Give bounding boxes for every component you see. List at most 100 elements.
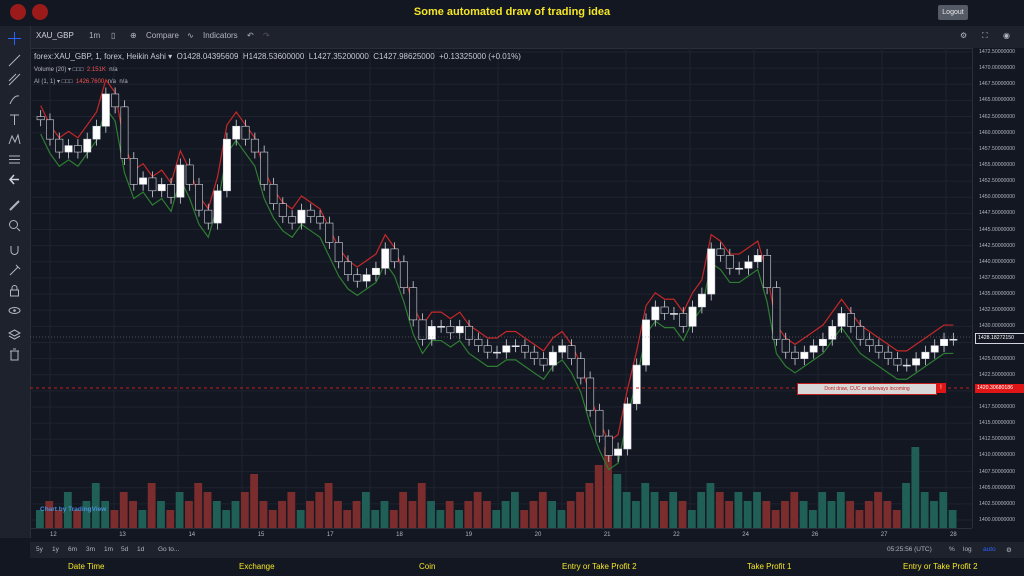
volume-bar bbox=[743, 501, 752, 528]
candle-body bbox=[493, 351, 501, 354]
stay-drawing-icon[interactable] bbox=[8, 264, 21, 277]
compare-icon[interactable]: ⊕ bbox=[130, 31, 137, 40]
price-scale-label: 1410.00000000 bbox=[979, 452, 1016, 459]
fib-icon[interactable] bbox=[8, 73, 21, 86]
ai-legend-na2: n/a bbox=[119, 79, 128, 85]
range-3m[interactable]: 3m bbox=[86, 546, 95, 553]
candle-body bbox=[371, 267, 380, 276]
range-6m[interactable]: 6m bbox=[68, 546, 77, 553]
annotation-flag[interactable]: ! bbox=[936, 383, 946, 393]
prediction-icon[interactable] bbox=[8, 153, 21, 166]
time-scale[interactable]: 12 13 14 15 17 18 19 20 21 22 24 26 27 28 bbox=[30, 528, 972, 543]
candle-body bbox=[213, 190, 222, 224]
candle-body bbox=[921, 351, 930, 359]
candle-body bbox=[539, 358, 548, 366]
range-1y[interactable]: 1y bbox=[52, 546, 59, 553]
volume-bar bbox=[920, 492, 929, 528]
range-1d[interactable]: 1d bbox=[137, 546, 144, 553]
redo-icon[interactable]: ↷ bbox=[263, 31, 270, 40]
candle-body bbox=[884, 351, 893, 359]
legend-symbol[interactable]: forex:XAU_GBP, 1, forex, Heikin Ashi bbox=[34, 52, 166, 61]
zoom-in-icon[interactable] bbox=[8, 219, 21, 232]
candle-body bbox=[167, 184, 175, 198]
ruler-icon[interactable] bbox=[8, 199, 21, 212]
ai-legend-label[interactable]: AI (1, 1) bbox=[34, 79, 55, 85]
annotation-label[interactable]: Dont draw, CUC or sideways incoming bbox=[797, 383, 937, 395]
candle-body bbox=[586, 377, 595, 411]
volume-bar bbox=[790, 492, 799, 528]
eye-icon[interactable] bbox=[8, 304, 21, 317]
candle-body bbox=[344, 261, 352, 276]
text-icon[interactable] bbox=[8, 113, 21, 126]
time-scale-label: 28 bbox=[950, 532, 957, 538]
candle-body bbox=[64, 145, 73, 153]
goto-button[interactable]: Go to... bbox=[158, 546, 179, 553]
volume-bar bbox=[138, 510, 147, 528]
tradingview-watermark[interactable]: Chart by TradingView bbox=[40, 506, 106, 513]
range-5y[interactable]: 5y bbox=[36, 546, 43, 553]
volume-bar bbox=[725, 501, 733, 528]
price-scale-label: 1417.50000000 bbox=[979, 404, 1016, 411]
candlestick-chart[interactable] bbox=[30, 48, 972, 528]
candle-body bbox=[148, 177, 157, 192]
crosshair-icon[interactable] bbox=[8, 32, 21, 45]
trash-icon[interactable] bbox=[8, 348, 21, 361]
price-scale-label: 1437.50000000 bbox=[979, 274, 1016, 281]
volume-legend-label[interactable]: Volume (20) bbox=[34, 67, 66, 73]
price-scale-label: 1455.00000000 bbox=[979, 161, 1016, 168]
candle-body bbox=[520, 345, 529, 353]
chart-pane[interactable] bbox=[30, 48, 972, 528]
indicators-icon[interactable]: ∿ bbox=[187, 31, 194, 40]
candle-body bbox=[679, 313, 688, 327]
auto-toggle[interactable]: auto bbox=[983, 546, 996, 553]
log-toggle[interactable]: log bbox=[963, 546, 972, 553]
volume-bar bbox=[408, 501, 417, 528]
candle-body bbox=[688, 306, 697, 327]
volume-bar bbox=[697, 492, 706, 528]
page-title: Some automated draw of trading idea bbox=[413, 6, 611, 18]
time-scale-label: 13 bbox=[119, 532, 126, 538]
pattern-icon[interactable] bbox=[8, 133, 21, 146]
price-scale[interactable]: 1472.50000000 1470.00000000 1467.50000000 1… bbox=[972, 48, 1024, 528]
top-bar: Some automated draw of trading idea Logo… bbox=[0, 0, 1024, 24]
volume-bar bbox=[371, 510, 380, 528]
layers-icon[interactable] bbox=[8, 328, 21, 341]
volume-bar bbox=[147, 483, 156, 528]
lock-icon[interactable] bbox=[8, 284, 21, 297]
percent-toggle[interactable]: % bbox=[949, 546, 955, 553]
range-1m[interactable]: 1m bbox=[104, 546, 113, 553]
volume-bar bbox=[129, 501, 137, 528]
candle-body bbox=[157, 184, 166, 192]
candle-body bbox=[791, 351, 799, 359]
settings-gear-icon[interactable]: ⚙ bbox=[960, 31, 967, 40]
volume-bar bbox=[175, 492, 184, 528]
range-5d[interactable]: 5d bbox=[121, 546, 128, 553]
volume-bar bbox=[566, 501, 575, 528]
volume-bar bbox=[427, 501, 435, 528]
brush-icon[interactable] bbox=[8, 93, 21, 106]
price-scale-label: 1470.00000000 bbox=[979, 65, 1016, 72]
undo-icon[interactable]: ↶ bbox=[247, 31, 254, 40]
trendline-icon[interactable] bbox=[8, 54, 21, 67]
clock: 05:25:56 (UTC) bbox=[887, 546, 932, 553]
series-legend: forex:XAU_GBP, 1, forex, Heikin Ashi ▾ O… bbox=[34, 52, 521, 61]
magnet-icon[interactable] bbox=[8, 244, 21, 257]
candle-body bbox=[316, 216, 325, 224]
time-scale-label: 12 bbox=[50, 532, 57, 538]
candle-body bbox=[660, 306, 669, 314]
candle-body bbox=[707, 248, 716, 295]
symbol-search-button[interactable]: XAU_GBP bbox=[36, 31, 74, 40]
back-arrow-icon[interactable] bbox=[8, 173, 21, 186]
current-price-tag: 1428.18272150 bbox=[975, 333, 1024, 344]
volume-bar bbox=[585, 483, 594, 528]
indicators-button[interactable]: Indicators bbox=[203, 31, 238, 40]
candle-body bbox=[111, 93, 120, 108]
interval-button[interactable]: 1m bbox=[89, 31, 100, 40]
compare-button[interactable]: Compare bbox=[146, 31, 179, 40]
settings-gear-icon[interactable]: ⚙ bbox=[1006, 546, 1012, 554]
fullscreen-icon[interactable]: ⛶ bbox=[982, 31, 988, 41]
logout-button[interactable]: Logout bbox=[938, 5, 968, 20]
camera-icon[interactable]: ◉ bbox=[1003, 31, 1010, 40]
chart-style-icon[interactable]: ▯ bbox=[111, 31, 115, 40]
volume-bar bbox=[166, 510, 175, 528]
